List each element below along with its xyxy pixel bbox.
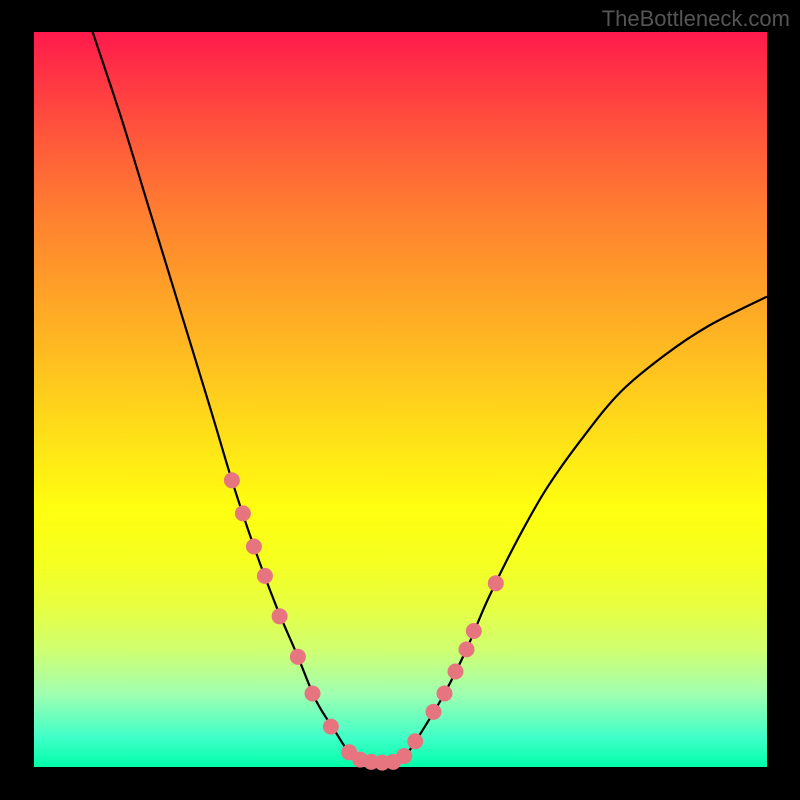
data-marker	[466, 623, 482, 639]
data-markers	[224, 472, 504, 770]
data-marker	[257, 568, 273, 584]
data-marker	[437, 686, 453, 702]
data-marker	[407, 733, 423, 749]
data-marker	[488, 575, 504, 591]
data-marker	[396, 748, 412, 764]
data-marker	[235, 505, 251, 521]
data-marker	[448, 664, 464, 680]
data-marker	[224, 472, 240, 488]
data-marker	[459, 641, 475, 657]
chart-plot-area	[34, 32, 767, 767]
data-marker	[323, 719, 339, 735]
bottleneck-curve-line	[93, 32, 767, 763]
watermark-text: TheBottleneck.com	[602, 6, 790, 32]
data-marker	[426, 704, 442, 720]
data-marker	[290, 649, 306, 665]
chart-svg	[34, 32, 767, 767]
data-marker	[305, 686, 321, 702]
data-marker	[246, 539, 262, 555]
data-marker	[272, 608, 288, 624]
